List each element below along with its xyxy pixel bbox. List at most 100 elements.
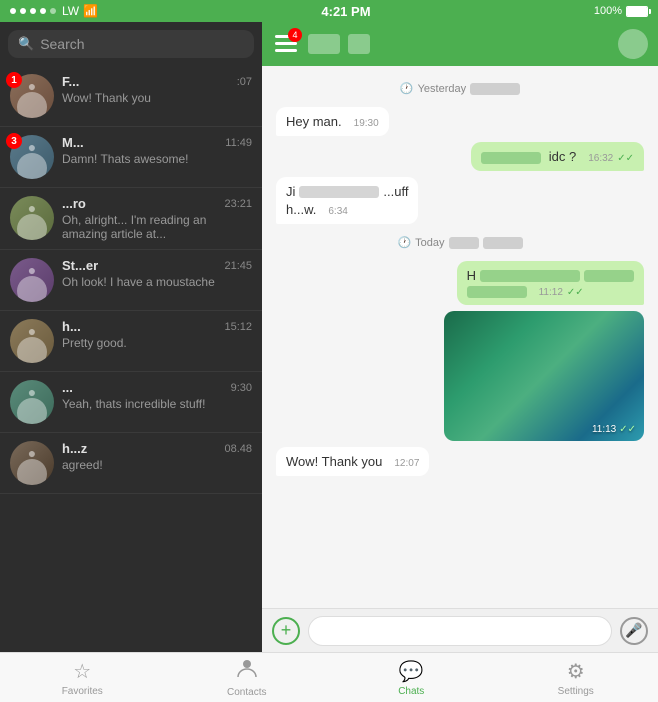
blurred-content <box>481 152 541 164</box>
status-bar: LW 📶 4:21 PM 100% <box>0 0 658 22</box>
chat-info: h... 15:12 Pretty good. <box>62 319 252 350</box>
left-panel: 🔍 Search 1 F... :07 Wow! Thank you <box>0 22 262 652</box>
blurred-content <box>470 83 520 95</box>
date-label: Yesterday <box>418 83 467 95</box>
signal-dot-2 <box>20 8 26 14</box>
list-item[interactable]: ... 9:30 Yeah, thats incredible stuff! <box>0 372 262 433</box>
tab-chats-label: Chats <box>398 686 424 697</box>
message-text: Ji <box>286 184 295 199</box>
message-text: idc ? <box>549 149 576 164</box>
message-bubble-out: H 11:12 ✓✓ <box>457 261 644 305</box>
contact-avatar-placeholder-1 <box>308 34 340 54</box>
blurred-content <box>467 286 527 298</box>
chat-time: 11:49 <box>225 137 252 149</box>
date-separator: 🕐 Today <box>276 236 644 249</box>
message-text-time: Wow! Thank you 12:07 <box>286 454 419 469</box>
message-text: h...w. <box>286 202 316 217</box>
chat-time: 21:45 <box>224 260 252 272</box>
chat-preview: agreed! <box>62 458 242 472</box>
message-text-2: ...uff <box>383 184 408 199</box>
messages-area: 🕐 Yesterday Hey man. 19:30 idc ? 16:32 ✓… <box>262 66 658 608</box>
settings-icon: ⚙ <box>567 659 585 684</box>
chat-time: 9:30 <box>231 382 252 394</box>
search-placeholder: Search <box>40 36 84 52</box>
wa-header: 4 <box>262 22 658 66</box>
chat-preview: Damn! Thats awesome! <box>62 152 242 166</box>
main-content: 🔍 Search 1 F... :07 Wow! Thank you <box>0 22 658 652</box>
message-time: 12:07 <box>394 458 419 469</box>
avatar-wrap: 1 <box>10 74 54 118</box>
read-receipt: ✓✓ <box>567 287 584 298</box>
compose-icon-button[interactable]: 4 <box>272 30 300 58</box>
chats-icon-wrap: 💬 <box>399 659 424 684</box>
contacts-icon <box>236 657 258 685</box>
notification-badge: 4 <box>288 28 302 42</box>
chat-info: ...ro 23:21 Oh, alright... I'm reading a… <box>62 196 252 241</box>
avatar-wrap: 3 <box>10 135 54 179</box>
message-bubble-out: idc ? 16:32 ✓✓ <box>471 142 644 171</box>
message-bubble-in: Hey man. 19:30 <box>276 107 389 136</box>
avatar-wrap <box>10 258 54 302</box>
message-line2: 11:12 ✓✓ <box>467 286 634 298</box>
battery-icon <box>626 6 648 17</box>
user-avatar[interactable] <box>618 29 648 59</box>
chat-time: 23:21 <box>224 198 252 210</box>
message-text: Hey man. <box>286 114 342 129</box>
chat-name: St...er <box>62 258 98 273</box>
carrier-name: LW <box>62 4 79 18</box>
chat-name: h...z <box>62 441 87 456</box>
contact-avatar-placeholder-2 <box>348 34 370 54</box>
list-item[interactable]: ...ro 23:21 Oh, alright... I'm reading a… <box>0 188 262 250</box>
message-bubble-in: Ji ...uff h...w. 6:34 <box>276 177 418 224</box>
avatar-wrap <box>10 319 54 363</box>
tab-chats[interactable]: 💬 Chats <box>329 653 494 702</box>
list-item[interactable]: 3 M... 11:49 Damn! Thats awesome! <box>0 127 262 188</box>
clock-icon: 🕐 <box>400 82 414 95</box>
avatar-wrap <box>10 441 54 485</box>
list-item[interactable]: h... 15:12 Pretty good. <box>0 311 262 372</box>
chat-name-row: F... :07 <box>62 74 252 89</box>
tab-favorites-label: Favorites <box>62 686 103 697</box>
message-time: 11:12 <box>539 287 563 298</box>
avatar-wrap <box>10 380 54 424</box>
chat-preview: Wow! Thank you <box>62 91 242 105</box>
chat-name: F... <box>62 74 79 89</box>
search-icon: 🔍 <box>18 36 34 52</box>
date-separator: 🕐 Yesterday <box>276 82 644 95</box>
message-text-time: idc ? 16:32 ✓✓ <box>481 149 634 164</box>
search-bar[interactable]: 🔍 Search <box>8 30 254 58</box>
list-item[interactable]: h...z 08.48 agreed! <box>0 433 262 494</box>
read-receipt: ✓✓ <box>619 424 636 435</box>
message-line1: Ji ...uff <box>286 184 408 199</box>
chat-name-row: h... 15:12 <box>62 319 252 334</box>
image-time: 11:13 <box>592 424 616 435</box>
chat-name: ... <box>62 380 73 395</box>
image-time-overlay: 11:13 ✓✓ <box>592 424 636 435</box>
status-time: 4:21 PM <box>321 4 370 19</box>
tab-favorites[interactable]: ☆ Favorites <box>0 653 165 702</box>
chat-preview: Yeah, thats incredible stuff! <box>62 397 242 411</box>
chat-name-row: ...ro 23:21 <box>62 196 252 211</box>
battery-percent: 100% <box>594 5 622 17</box>
tab-settings[interactable]: ⚙ Settings <box>494 653 658 702</box>
message-time: 6:34 <box>328 206 347 217</box>
message-input[interactable] <box>308 616 612 646</box>
unread-badge: 3 <box>6 133 22 149</box>
blurred-content <box>584 270 634 282</box>
list-item[interactable]: St...er 21:45 Oh look! I have a moustach… <box>0 250 262 311</box>
chat-name-row: ... 9:30 <box>62 380 252 395</box>
add-attachment-button[interactable]: + <box>272 617 300 645</box>
chat-name: ...ro <box>62 196 86 211</box>
avatar <box>10 319 54 363</box>
blurred-content <box>299 186 379 198</box>
chat-name-row: M... 11:49 <box>62 135 252 150</box>
mic-button[interactable]: 🎤 <box>620 617 648 645</box>
avatar <box>10 196 54 240</box>
read-receipt: ✓✓ <box>617 153 634 164</box>
tab-contacts[interactable]: Contacts <box>165 653 330 702</box>
message-time: 19:30 <box>354 118 379 129</box>
message-bubble-in: Wow! Thank you 12:07 <box>276 447 429 476</box>
list-item[interactable]: 1 F... :07 Wow! Thank you <box>0 66 262 127</box>
message-time: 16:32 <box>588 153 613 164</box>
input-bar: + 🎤 <box>262 608 658 652</box>
